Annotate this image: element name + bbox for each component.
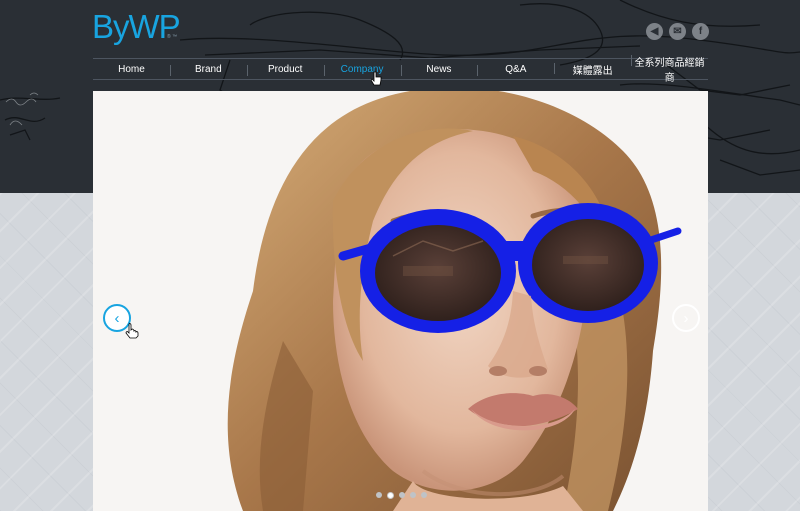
- nav-item-dealers[interactable]: 全系列商品經銷商: [631, 54, 708, 84]
- nav-item-media[interactable]: 媒體露出: [554, 62, 631, 77]
- main-nav: Home Brand Product Company News Q&A 媒體露出…: [93, 55, 708, 84]
- nav-item-news[interactable]: News: [400, 64, 478, 76]
- pointer-cursor-icon: [371, 71, 382, 86]
- slider-dot[interactable]: [410, 492, 416, 498]
- hand-cursor-icon: [125, 323, 139, 339]
- slider-next-button[interactable]: ›: [672, 304, 700, 332]
- slider-pagination: [376, 492, 427, 499]
- mail-icon[interactable]: ✉: [669, 23, 686, 40]
- logo-trademark: ® ™: [167, 34, 178, 40]
- nav-item-qa[interactable]: Q&A: [477, 64, 554, 76]
- speaker-icon[interactable]: ◀: [646, 23, 663, 40]
- site-logo[interactable]: ByWP: [92, 8, 181, 46]
- slider-dot[interactable]: [399, 492, 405, 498]
- hero-model-image: [93, 91, 708, 511]
- nav-item-home[interactable]: Home: [93, 64, 170, 75]
- facebook-icon[interactable]: f: [692, 23, 709, 40]
- social-links: ◀ ✉ f: [646, 23, 709, 40]
- slider-dot[interactable]: [376, 492, 382, 498]
- slider-dot-active[interactable]: [387, 492, 394, 499]
- slider-dot[interactable]: [421, 492, 427, 498]
- hero-slide[interactable]: [93, 91, 708, 511]
- nav-item-brand[interactable]: Brand: [169, 64, 247, 76]
- nav-item-product[interactable]: Product: [246, 64, 324, 76]
- nav-item-company[interactable]: Company: [323, 64, 401, 76]
